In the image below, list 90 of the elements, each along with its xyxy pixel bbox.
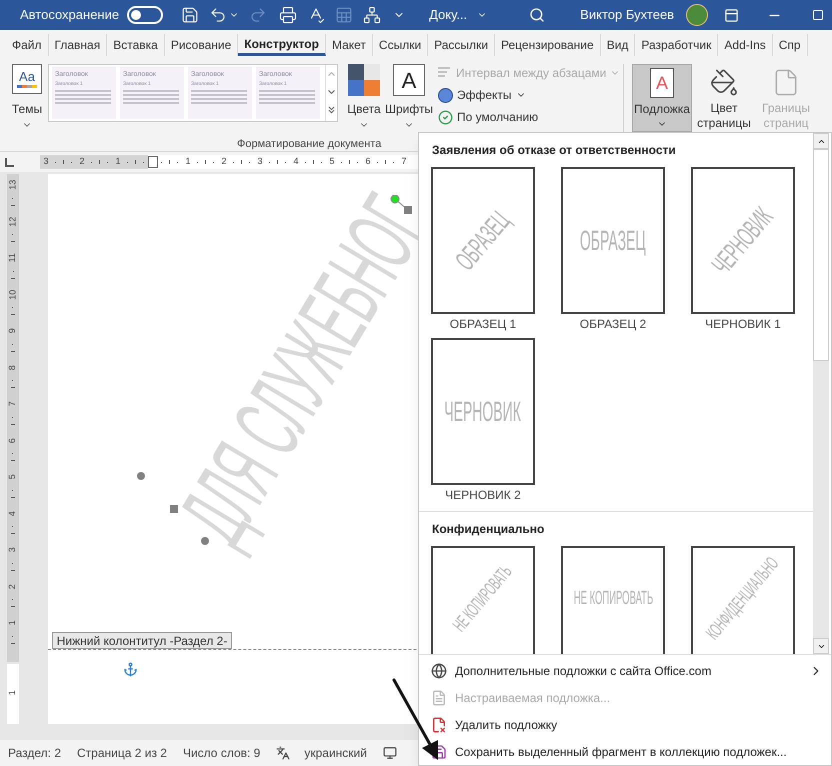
ruler-number: 9 [6, 328, 18, 334]
save-icon[interactable] [181, 6, 200, 24]
maximize-icon[interactable] [812, 9, 824, 21]
autosave-label: Автосохранение [20, 6, 120, 24]
watermark-preview: ОБРАЗЕЦ [580, 224, 646, 258]
ribbon-tab[interactable]: Add-Ins [718, 34, 773, 56]
themes-icon: Aa [12, 64, 42, 94]
ribbon-tab[interactable]: Вставка [107, 34, 165, 56]
remove-document-icon [431, 716, 447, 732]
ruler-number: 7 [6, 401, 18, 406]
ruler-number: 4 [6, 510, 18, 516]
ruler-number: 1 [6, 690, 18, 696]
ribbon-tab[interactable]: Ссылки [372, 34, 428, 56]
ruler-number: 2 [6, 584, 18, 589]
ribbon-tab[interactable]: Вид [600, 34, 636, 56]
ruler-number: 2 [79, 155, 84, 168]
ribbon-tab[interactable]: Рассылки [428, 34, 496, 56]
set-default-button[interactable]: По умолчанию [438, 108, 620, 126]
menu-item[interactable]: Дополнительные подложки с сайта Office.com [419, 657, 831, 684]
ruler-number: 10 [6, 289, 18, 300]
proofing-icon[interactable] [276, 746, 290, 760]
thumbnail-label: ЧЕРНОВИК 1 [705, 316, 781, 332]
effects-button[interactable]: Эффекты [438, 86, 620, 104]
user-avatar[interactable] [686, 4, 708, 26]
anchor-icon [122, 662, 138, 677]
effects-icon [438, 88, 453, 102]
section-heading: Заявления об отказе от ответственности [432, 142, 677, 159]
ruler-number: 13 [6, 180, 18, 190]
watermark-preview: ЧЕРНОВИК [444, 394, 522, 428]
page-status[interactable]: Страница 2 из 2 [77, 744, 167, 762]
ruler-number: 1 [115, 155, 120, 168]
ribbon-large-button[interactable]: Цвет страницы [694, 64, 754, 132]
ribbon-tab[interactable]: Файл [6, 34, 49, 56]
undo-icon[interactable] [209, 6, 228, 24]
search-icon[interactable] [529, 7, 546, 23]
ruler-number: 4 [293, 155, 298, 168]
section-status[interactable]: Раздел: 2 [8, 744, 62, 762]
hierarchy-icon[interactable] [363, 6, 382, 24]
fonts-button[interactable]: A Шрифты [386, 64, 432, 130]
ribbon-tab[interactable]: Макет [326, 34, 373, 56]
ribbon-tab[interactable]: Рецензирование [495, 34, 601, 56]
ribbon-tab[interactable]: Главная [48, 34, 108, 56]
ribbon-group-label: Форматирование документа [237, 137, 382, 152]
indent-marker[interactable] [148, 156, 158, 168]
ribbon-tab[interactable]: Разработчик [635, 34, 718, 56]
ruler-number: 3 [6, 547, 18, 552]
checkmark-icon [438, 110, 453, 124]
themes-button[interactable]: Aa Темы [8, 64, 46, 130]
ruler-number: 3 [43, 155, 48, 168]
watermark-page-icon: A [650, 68, 674, 98]
ribbon-large-button[interactable]: A Подложка [632, 64, 692, 132]
printer-icon[interactable] [279, 6, 298, 24]
ruler-number: 8 [6, 364, 18, 370]
document-title[interactable]: Доку... [429, 5, 468, 25]
ruler-number: 1 [185, 155, 190, 168]
color-palette-icon [348, 64, 380, 96]
tab-selector-icon[interactable] [5, 158, 14, 166]
thumbnail-label: ОБРАЗЕЦ 2 [580, 316, 646, 332]
section-heading: Конфиденциально [432, 521, 546, 538]
watermark-preview: НЕ КОПИРОВАТЬ [573, 587, 653, 612]
ruler-number: 6 [365, 155, 370, 168]
ruler-number: 7 [401, 155, 406, 168]
display-settings-icon[interactable] [382, 746, 397, 760]
ruler-number: 5 [329, 155, 334, 168]
colors-button[interactable]: Цвета [346, 64, 382, 130]
autosave-toggle[interactable] [127, 6, 164, 24]
ruler-number: 12 [6, 216, 18, 226]
ribbon-display-icon[interactable] [724, 8, 740, 22]
ribbon-tab[interactable]: Конструктор [238, 34, 326, 56]
menu-item[interactable]: Удалить подложку [419, 711, 831, 738]
language-status[interactable]: украинский [304, 744, 367, 762]
ribbon-tab[interactable]: Спр [772, 34, 808, 56]
user-name: Виктор Бухтеев [580, 6, 674, 24]
ruler-number: 5 [6, 474, 18, 480]
fonts-icon: A [393, 64, 425, 96]
ruler-number: 6 [6, 438, 18, 443]
word-count[interactable]: Число слов: 9 [182, 744, 260, 762]
document-icon [431, 690, 447, 706]
ribbon-tab[interactable]: Рисование [164, 34, 238, 56]
paragraph-spacing-icon [438, 67, 452, 79]
ruler-number: 3 [257, 155, 262, 168]
thumbnail-label: ЧЕРНОВИК 2 [445, 487, 521, 503]
ruler-number: 1 [6, 620, 18, 626]
thumbnail-label: ОБРАЗЕЦ 1 [450, 316, 516, 332]
footer-label: Нижний колонтитул -Раздел 2- [52, 632, 232, 649]
scrollbar[interactable] [813, 133, 829, 654]
paint-bucket-icon [709, 68, 739, 97]
globe-icon [431, 662, 447, 678]
ruler-number: 11 [6, 253, 18, 262]
ruler-number: 2 [221, 155, 226, 168]
